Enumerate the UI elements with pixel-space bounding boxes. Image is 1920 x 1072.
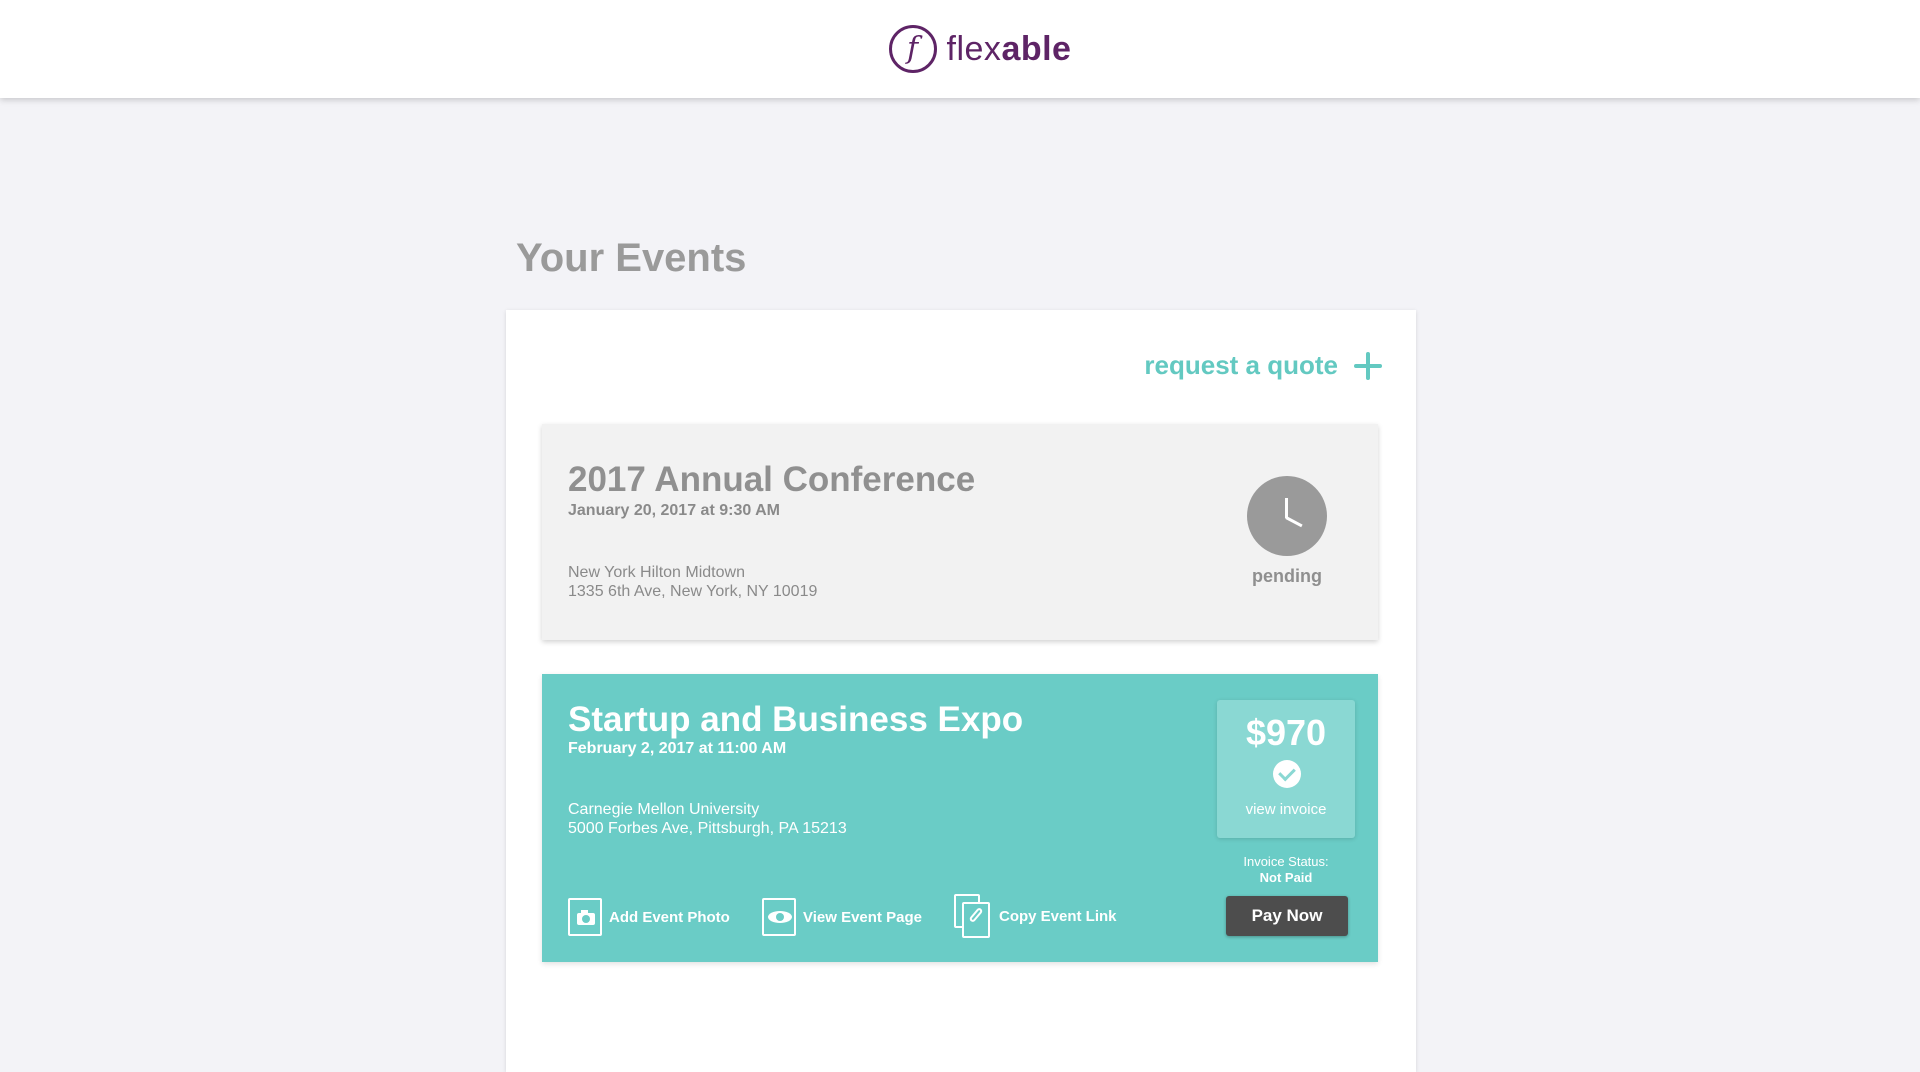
top-bar: f flexable [0, 0, 1920, 98]
invoice-amount: $970 [1245, 712, 1327, 753]
event-datetime: February 2, 2017 at 11:00 AM [568, 740, 787, 757]
pay-now-button[interactable]: Pay Now [1226, 896, 1348, 936]
check-circle-icon [1273, 760, 1301, 788]
plus-icon [1354, 351, 1382, 380]
status-badge: pending [1252, 566, 1322, 586]
clock-hour-hand [1285, 498, 1288, 518]
logo-wordmark: flexable [947, 30, 1072, 69]
view-invoice-button[interactable]: $970 view invoice [1217, 700, 1355, 838]
copy-link-icon [954, 894, 992, 938]
event-venue: New York Hilton Midtown [568, 564, 745, 581]
copy-event-link-label: Copy Event Link [999, 907, 1117, 925]
view-event-page-label: View Event Page [803, 908, 922, 926]
logo-wordmark-bold: able [1001, 29, 1072, 68]
view-invoice-link: view invoice [1245, 801, 1327, 818]
camera-icon [568, 898, 602, 936]
event-card-pending[interactable]: 2017 Annual Conference January 20, 2017 … [542, 424, 1378, 640]
invoice-status-value: Not Paid [1259, 870, 1313, 885]
event-title: 2017 Annual Conference [568, 460, 976, 499]
clock-icon [1247, 476, 1327, 556]
logo-wordmark-light: flex [946, 29, 1002, 68]
clock-minute-hand [1285, 516, 1303, 528]
logo-mark-icon: f [888, 25, 937, 73]
copy-link-icon-front [962, 902, 990, 938]
event-datetime: January 20, 2017 at 9:30 AM [568, 502, 780, 519]
add-event-photo-label: Add Event Photo [609, 908, 730, 926]
eye-icon-pupil [776, 913, 784, 921]
event-address: 5000 Forbes Ave, Pittsburgh, PA 15213 [568, 820, 847, 837]
eye-icon [762, 898, 796, 936]
flexable-logo[interactable]: f flexable [888, 25, 1072, 73]
view-event-page-button[interactable]: View Event Page [762, 898, 922, 936]
copy-event-link-button[interactable]: Copy Event Link [954, 894, 1117, 938]
invoice-status-label: Invoice Status: [1243, 854, 1329, 869]
event-title: Startup and Business Expo [568, 700, 1024, 739]
events-panel: request a quote 2017 Annual Conference J… [506, 310, 1416, 1072]
event-venue: Carnegie Mellon University [568, 801, 760, 818]
add-event-photo-button[interactable]: Add Event Photo [568, 898, 730, 936]
request-quote-button[interactable]: request a quote [1144, 350, 1382, 381]
camera-icon-lens [582, 915, 590, 923]
request-quote-label: request a quote [1144, 350, 1338, 380]
page-title: Your Events [516, 236, 747, 280]
event-address: 1335 6th Ave, New York, NY 10019 [568, 583, 818, 600]
event-card-invoiced: Startup and Business Expo February 2, 20… [542, 674, 1378, 962]
